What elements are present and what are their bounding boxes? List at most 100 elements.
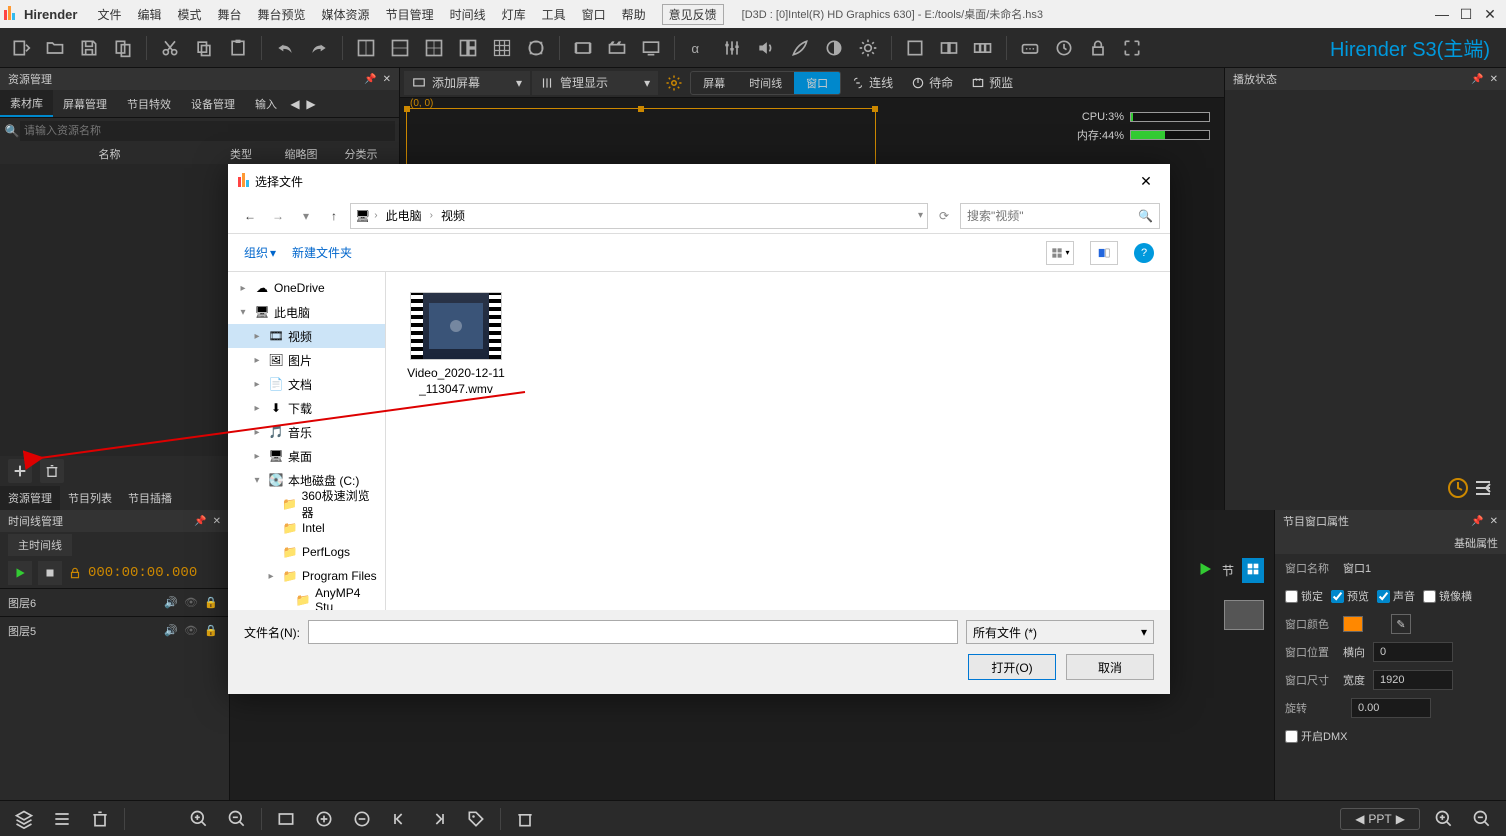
redo-icon[interactable] xyxy=(304,33,334,63)
play-button[interactable] xyxy=(8,561,32,585)
menu-stage[interactable]: 舞台 xyxy=(210,6,250,23)
grid6-icon[interactable] xyxy=(521,33,551,63)
wire-button[interactable]: 连线 xyxy=(843,71,901,95)
filter-dropdown[interactable]: 所有文件 (*)▾ xyxy=(966,620,1154,644)
track-play-button[interactable] xyxy=(1196,560,1214,581)
organize-button[interactable]: 组织 ▾ xyxy=(244,244,276,261)
delete-resource-button[interactable] xyxy=(40,459,64,483)
tree-item[interactable]: 📁AnyMP4 Stu xyxy=(228,588,385,610)
undo-icon[interactable] xyxy=(270,33,300,63)
crumb-item[interactable]: 视频 xyxy=(437,207,469,224)
copy-icon[interactable] xyxy=(108,33,138,63)
standby-button[interactable]: 待命 xyxy=(903,71,961,95)
frame-icon[interactable] xyxy=(272,805,300,833)
preview-pane-button[interactable] xyxy=(1090,241,1118,265)
tree-item[interactable]: ▸📁Program Files xyxy=(228,564,385,588)
tab-screen-mgmt[interactable]: 屏幕管理 xyxy=(53,90,117,117)
cue-remove-icon[interactable] xyxy=(348,805,376,833)
tab-next-icon[interactable]: ▶ xyxy=(303,97,319,111)
zoom-out2-icon[interactable] xyxy=(1468,805,1496,833)
alpha-icon[interactable]: α xyxy=(683,33,713,63)
tree-item[interactable]: ▸🖼图片 xyxy=(228,348,385,372)
paste-icon[interactable] xyxy=(223,33,253,63)
add-resource-button[interactable] xyxy=(8,459,32,483)
layer-lock-icon[interactable]: 🔒 xyxy=(201,596,221,609)
add-screen-dropdown[interactable]: 添加屏幕 ▾ xyxy=(404,71,530,95)
film-icon[interactable] xyxy=(568,33,598,63)
nav-recent-icon[interactable]: ▾ xyxy=(294,209,318,223)
win1-icon[interactable] xyxy=(900,33,930,63)
stop-button[interactable] xyxy=(38,561,62,585)
nav-back-icon[interactable]: ← xyxy=(238,209,262,223)
menu-lights[interactable]: 灯库 xyxy=(494,6,534,23)
key-icon[interactable] xyxy=(1015,33,1045,63)
clip-icon[interactable] xyxy=(602,33,632,63)
preview-checkbox[interactable]: 预览 xyxy=(1331,588,1369,604)
tab-device-mgmt[interactable]: 设备管理 xyxy=(181,90,245,117)
cue-add-icon[interactable] xyxy=(310,805,338,833)
zoom-out-icon[interactable] xyxy=(223,805,251,833)
menu-window[interactable]: 窗口 xyxy=(574,6,614,23)
tl-close-icon[interactable]: ✕ xyxy=(213,516,221,527)
menu-mode[interactable]: 模式 xyxy=(170,6,210,23)
tree-item[interactable]: ▸☁OneDrive xyxy=(228,276,385,300)
rotate-input[interactable] xyxy=(1351,698,1431,718)
menu-tools[interactable]: 工具 xyxy=(534,6,574,23)
timer-toggle-button[interactable] xyxy=(1446,476,1494,503)
breadcrumb[interactable]: 🖥› 此电脑› 视频 ▾ xyxy=(350,203,928,229)
tag-icon[interactable] xyxy=(462,805,490,833)
maximize-button[interactable]: ☐ xyxy=(1454,6,1478,23)
list-icon[interactable] xyxy=(48,805,76,833)
grid-view-button[interactable] xyxy=(1242,558,1264,583)
tree-item[interactable]: 📁PerfLogs xyxy=(228,540,385,564)
tree-item[interactable]: ▾🖥此电脑 xyxy=(228,300,385,324)
new-icon[interactable] xyxy=(6,33,36,63)
fullscreen-icon[interactable] xyxy=(1117,33,1147,63)
layer-lock-icon[interactable]: 🔒 xyxy=(201,624,221,637)
layers-icon[interactable] xyxy=(10,805,38,833)
contrast-icon[interactable] xyxy=(819,33,849,63)
grid4-icon[interactable] xyxy=(453,33,483,63)
menu-program[interactable]: 节目管理 xyxy=(378,6,442,23)
props-close-icon[interactable]: ✕ xyxy=(1490,516,1498,527)
dialog-close-icon[interactable]: ✕ xyxy=(1132,173,1160,190)
zoom-in2-icon[interactable] xyxy=(1430,805,1458,833)
sound-checkbox[interactable]: 声音 xyxy=(1377,588,1415,604)
nav-up-icon[interactable]: ↑ xyxy=(322,209,346,223)
pin-icon[interactable]: 📌 xyxy=(364,74,376,85)
feather-icon[interactable] xyxy=(785,33,815,63)
seg-timeline[interactable]: 时间线 xyxy=(737,72,794,94)
layer-row[interactable]: 图层5 🔊 👁 🔒 xyxy=(0,616,229,644)
file-item[interactable]: Video_2020-12-11_113047.wmv xyxy=(406,292,506,397)
sound-icon[interactable] xyxy=(751,33,781,63)
tune-icon[interactable] xyxy=(717,33,747,63)
lower-tab-program-list[interactable]: 节目列表 xyxy=(60,486,120,510)
feedback-button[interactable]: 意见反馈 xyxy=(662,4,724,25)
menu-timeline[interactable]: 时间线 xyxy=(442,6,494,23)
open-button[interactable]: 打开(O) xyxy=(968,654,1056,680)
edit-color-button[interactable]: ✎ xyxy=(1391,614,1411,634)
win3-icon[interactable] xyxy=(968,33,998,63)
clock-icon[interactable] xyxy=(1049,33,1079,63)
trash2-icon[interactable] xyxy=(511,805,539,833)
menu-stage-preview[interactable]: 舞台预览 xyxy=(250,6,314,23)
new-folder-button[interactable]: 新建文件夹 xyxy=(292,244,352,261)
tree-item[interactable]: 📁360极速浏览器 xyxy=(228,492,385,516)
win2-icon[interactable] xyxy=(934,33,964,63)
tree-item[interactable]: ▸📄文档 xyxy=(228,372,385,396)
section-basic[interactable]: 基础属性 xyxy=(1275,532,1506,554)
help-icon[interactable]: ? xyxy=(1134,243,1154,263)
grid3-icon[interactable] xyxy=(419,33,449,63)
speaker-icon[interactable]: 🔊 xyxy=(161,596,181,609)
clip-thumbnail[interactable] xyxy=(1224,600,1264,630)
view-mode-button[interactable]: ▾ xyxy=(1046,241,1074,265)
dialog-search-input[interactable] xyxy=(967,209,1138,223)
menu-edit[interactable]: 编辑 xyxy=(129,6,169,23)
filename-input[interactable] xyxy=(308,620,958,644)
tab-prev-icon[interactable]: ◀ xyxy=(287,97,303,111)
resource-search-input[interactable] xyxy=(20,121,395,141)
tree-item[interactable]: ▸🎞视频 xyxy=(228,324,385,348)
speaker-icon[interactable]: 🔊 xyxy=(161,624,181,637)
panel-close-icon[interactable]: ✕ xyxy=(383,74,391,85)
nav-forward-icon[interactable]: → xyxy=(266,209,290,223)
